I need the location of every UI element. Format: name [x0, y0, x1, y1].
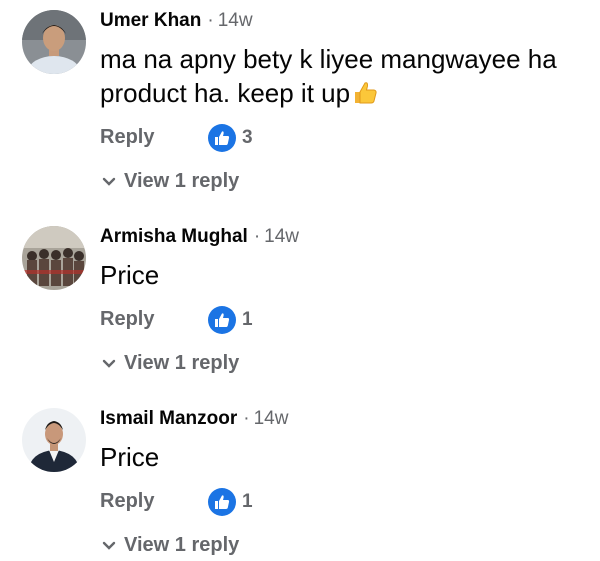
like-count: 1 [242, 309, 253, 330]
comment-text-line-2: product ha. keep it up [100, 76, 580, 114]
reaction-summary[interactable]: 1 [208, 488, 253, 516]
comment-text: Price [100, 260, 160, 290]
view-replies-button[interactable]: View 1 reply [102, 170, 239, 193]
chevron-down-icon [102, 170, 116, 193]
comment-meta: Ismail Manzoor · 14w [100, 408, 288, 430]
like-count: 3 [242, 127, 253, 148]
comment-text-line: product ha. keep it up [100, 78, 351, 108]
reply-button[interactable]: Reply [100, 490, 154, 513]
comment-text: ma na apny bety k liyee mangwayee ha pro… [100, 42, 580, 114]
author-name[interactable]: Umer Khan [100, 10, 201, 31]
timestamp[interactable]: 14w [218, 10, 253, 31]
thumbs-up-emoji-icon [352, 80, 378, 114]
author-name[interactable]: Ismail Manzoor [100, 408, 237, 429]
chevron-down-icon [102, 352, 116, 375]
like-count: 1 [242, 491, 253, 512]
author-name[interactable]: Armisha Mughal [100, 226, 248, 247]
comment-meta: Armisha Mughal · 14w [100, 226, 299, 248]
reaction-summary[interactable]: 1 [208, 306, 253, 334]
chevron-down-icon [102, 534, 116, 557]
comment-meta: Umer Khan · 14w [100, 10, 253, 32]
view-replies-label: View 1 reply [124, 170, 240, 192]
separator-dot: · [207, 10, 214, 31]
timestamp[interactable]: 14w [254, 408, 289, 429]
reply-button[interactable]: Reply [100, 126, 154, 149]
like-icon [208, 488, 236, 516]
reaction-summary[interactable]: 3 [208, 124, 253, 152]
like-icon [208, 124, 236, 152]
separator-dot: · [253, 226, 261, 247]
avatar[interactable] [22, 226, 86, 290]
avatar[interactable] [22, 408, 86, 472]
comment-text-line: ma na apny bety k liyee mangwayee ha [100, 44, 557, 74]
view-replies-label: View 1 reply [124, 352, 240, 374]
view-replies-label: View 1 reply [124, 534, 240, 556]
reply-button[interactable]: Reply [100, 308, 154, 331]
timestamp[interactable]: 14w [264, 226, 299, 247]
view-replies-button[interactable]: View 1 reply [102, 352, 239, 375]
comment-text: Price [100, 442, 160, 472]
view-replies-button[interactable]: View 1 reply [102, 534, 239, 557]
like-icon [208, 306, 236, 334]
separator-dot: · [243, 408, 250, 429]
avatar[interactable] [22, 10, 86, 74]
